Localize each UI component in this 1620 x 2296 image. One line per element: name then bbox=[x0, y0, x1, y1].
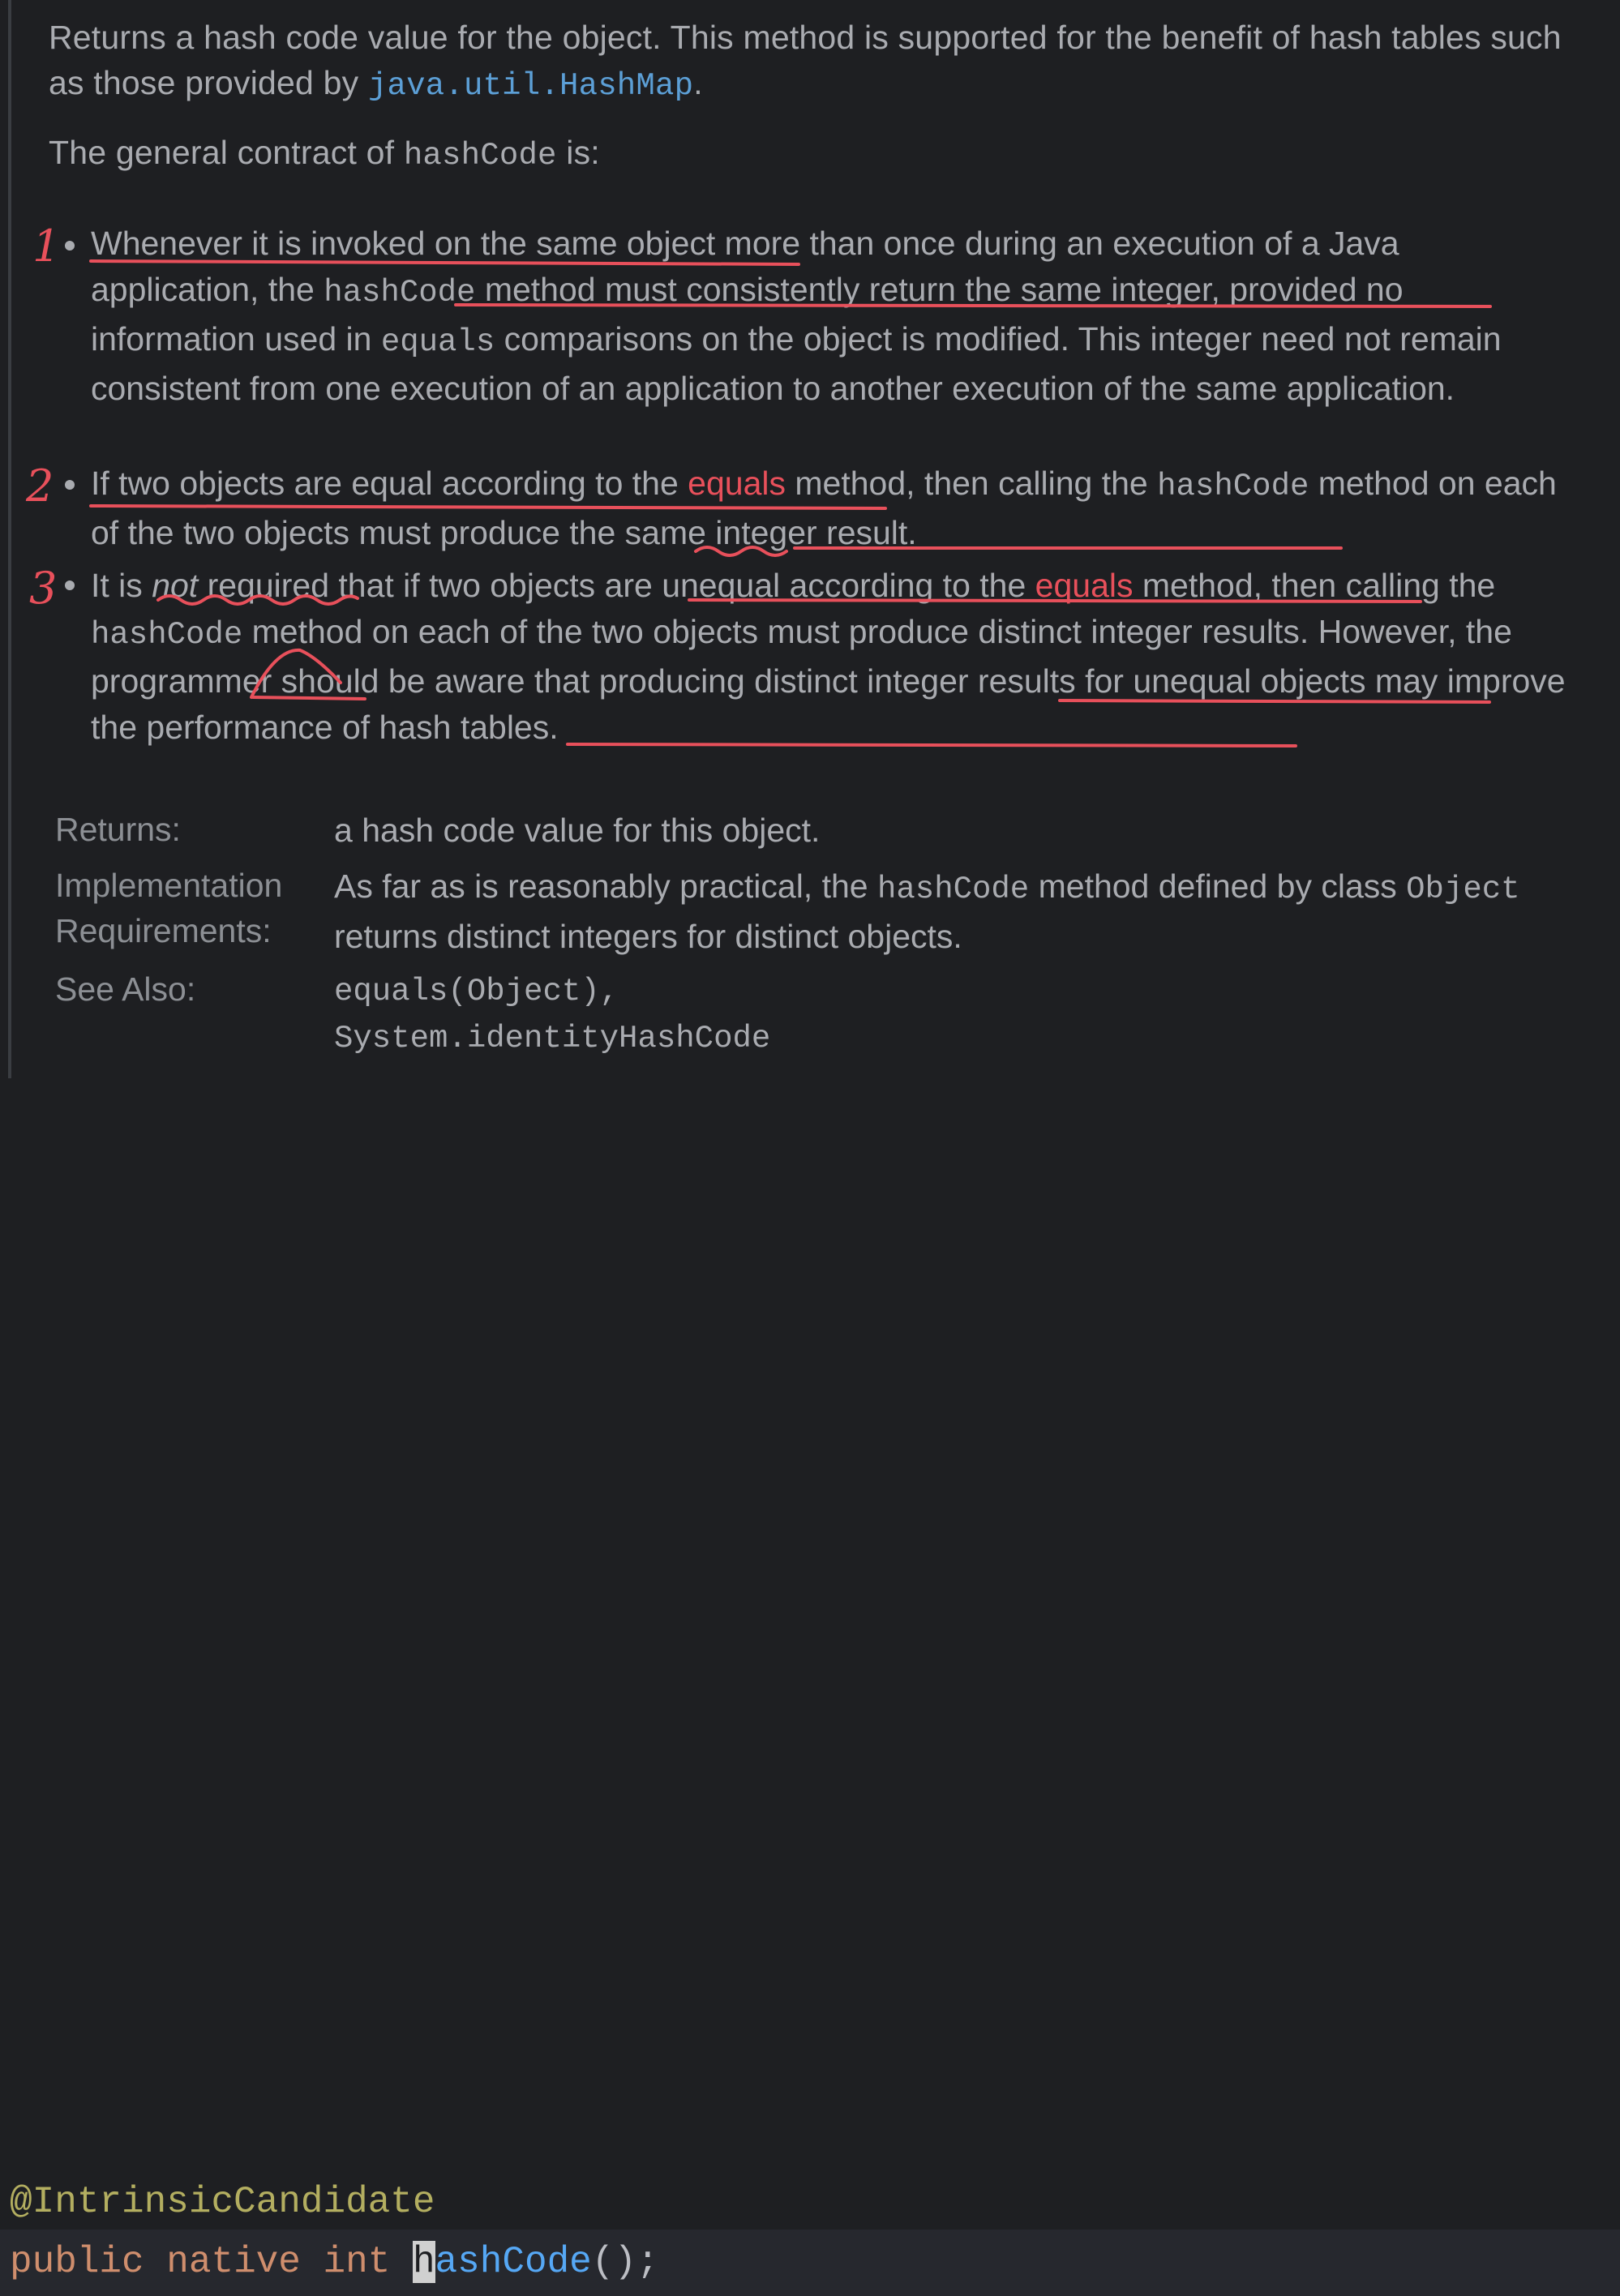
contract-code: hashCode bbox=[403, 138, 557, 173]
intro-text: Returns a hash code value for the object… bbox=[49, 19, 1562, 101]
see-also-label: See Also: bbox=[55, 970, 196, 1008]
returns-value: a hash code value for this object. bbox=[334, 812, 821, 849]
method-name-rest: ashCode bbox=[435, 2241, 592, 2283]
impl-label-1: Implementation bbox=[55, 867, 283, 904]
see-also-identity-link[interactable]: System.identityHashCode bbox=[334, 1015, 1599, 1062]
impl-label-2: Requirements: bbox=[55, 912, 272, 949]
see-also-equals-link[interactable]: equals(Object), bbox=[334, 968, 1599, 1015]
annotation-line: @IntrinsicCandidate bbox=[10, 2181, 435, 2223]
javadoc-panel: Returns a hash code value for the object… bbox=[0, 0, 1620, 1078]
keyword-public: public bbox=[10, 2241, 144, 2283]
intro-period: . bbox=[693, 64, 703, 101]
declaration-text: public native int hashCode(); bbox=[10, 2241, 659, 2283]
hashmap-link[interactable]: java.util.HashMap bbox=[368, 68, 693, 104]
method-declaration-line[interactable]: public native int hashCode(); bbox=[0, 2230, 1620, 2296]
handwritten-number-1: 1 bbox=[32, 221, 61, 272]
doc-left-border bbox=[8, 0, 11, 1078]
returns-label: Returns: bbox=[55, 811, 181, 848]
method-name[interactable]: hashCode bbox=[412, 2241, 592, 2283]
bullet-2-text: If two objects are equal according to th… bbox=[91, 465, 1557, 551]
bullet-dot-3 bbox=[65, 580, 75, 590]
keyword-int: int bbox=[323, 2241, 391, 2283]
text-cursor: h bbox=[412, 2241, 435, 2283]
contract-text: The general contract of bbox=[49, 134, 404, 171]
bullet-1-text: Whenever it is invoked on the same objec… bbox=[91, 225, 1502, 407]
bullet-3-text: It is not required that if two objects a… bbox=[91, 567, 1566, 746]
impl-value: As far as is reasonably practical, the h… bbox=[334, 867, 1520, 955]
code-editor[interactable]: @IntrinsicCandidate public native int ha… bbox=[0, 1078, 1620, 2296]
bullet-dot-2 bbox=[65, 480, 75, 490]
doc-contract-heading: The general contract of hashCode is: bbox=[49, 130, 1589, 178]
method-parens: (); bbox=[591, 2241, 659, 2283]
handwritten-number-3: 3 bbox=[29, 563, 58, 614]
handwritten-number-2: 2 bbox=[26, 460, 54, 512]
contract-text-end: is: bbox=[556, 134, 600, 171]
doc-intro: Returns a hash code value for the object… bbox=[49, 15, 1589, 109]
bullet-dot-1 bbox=[65, 241, 75, 251]
keyword-native: native bbox=[166, 2241, 301, 2283]
